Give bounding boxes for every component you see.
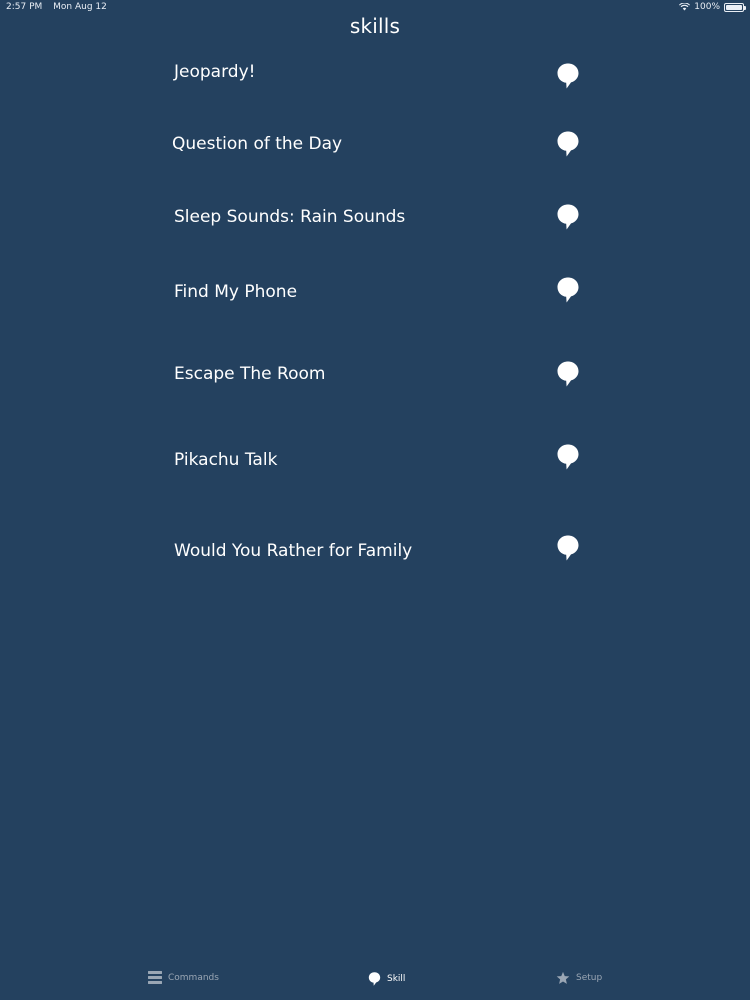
skill-item-find-my-phone[interactable]: Find My Phone (172, 270, 584, 310)
skill-label: Sleep Sounds: Rain Sounds (174, 207, 406, 227)
wifi-icon (679, 3, 691, 11)
skill-item-sleep-sounds[interactable]: Sleep Sounds: Rain Sounds (172, 197, 584, 237)
status-right: 100% (679, 2, 746, 12)
speech-bubble-icon[interactable] (556, 62, 580, 90)
skill-label: Jeopardy! (174, 62, 256, 82)
battery-level (726, 4, 742, 10)
speech-bubble-icon (368, 972, 381, 986)
skill-label: Find My Phone (174, 282, 298, 302)
speech-bubble-icon[interactable] (556, 443, 580, 471)
skill-item-question-of-the-day[interactable]: Question of the Day (172, 124, 584, 164)
tab-skill[interactable]: Skill (368, 971, 405, 987)
battery-icon (724, 2, 746, 12)
star-icon (556, 971, 570, 984)
tab-label: Setup (576, 973, 603, 983)
tab-setup[interactable]: Setup (556, 971, 602, 985)
speech-bubble-icon[interactable] (556, 360, 580, 388)
speech-bubble-icon[interactable] (556, 130, 580, 158)
status-time: 2:57 PM (6, 2, 43, 12)
battery-percent: 100% (694, 2, 720, 12)
skill-item-escape-the-room[interactable]: Escape The Room (172, 354, 584, 394)
page-title: skills (349, 14, 401, 38)
skill-label: Escape The Room (174, 364, 326, 384)
status-left: 2:57 PM Mon Aug 12 (6, 2, 107, 12)
tab-label: Skill (387, 974, 406, 984)
skill-item-pikachu-talk[interactable]: Pikachu Talk (172, 437, 584, 477)
status-bar: 2:57 PM Mon Aug 12 100% (0, 0, 750, 14)
skills-screen: 2:57 PM Mon Aug 12 100% skills Jeopardy!… (0, 0, 750, 1000)
skill-item-jeopardy[interactable]: Jeopardy! (172, 56, 584, 96)
status-date: Mon Aug 12 (53, 2, 107, 12)
skill-label: Question of the Day (172, 134, 343, 154)
tab-bar: Commands Skill Setup (0, 960, 750, 1000)
tab-label: Commands (168, 972, 219, 983)
speech-bubble-icon[interactable] (556, 203, 580, 231)
skill-label: Pikachu Talk (174, 450, 278, 470)
speech-bubble-icon[interactable] (556, 276, 580, 304)
skill-item-would-you-rather[interactable]: Would You Rather for Family (172, 528, 584, 568)
list-icon (148, 971, 162, 984)
tab-commands[interactable]: Commands (148, 971, 219, 984)
skill-label: Would You Rather for Family (174, 541, 413, 561)
speech-bubble-icon[interactable] (556, 534, 580, 562)
